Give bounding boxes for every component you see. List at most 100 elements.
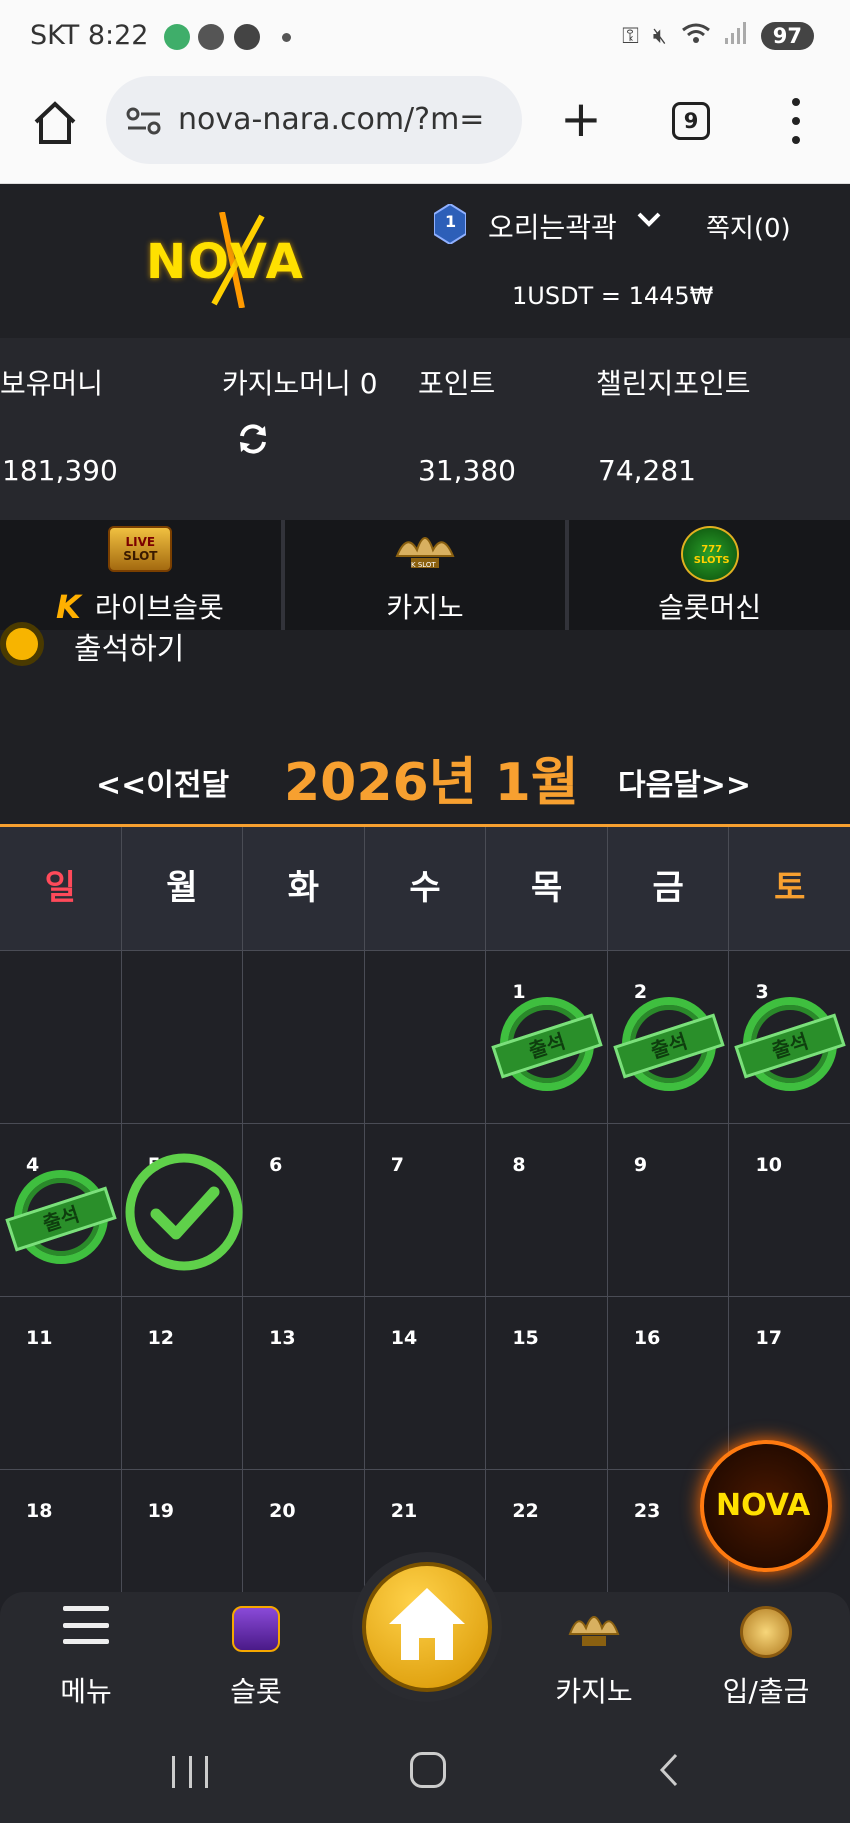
day-number: 18 <box>26 1500 53 1522</box>
calendar-day-10[interactable]: 10 <box>729 1124 850 1297</box>
signal-icon <box>724 22 747 50</box>
key-icon: ⚿ <box>622 23 639 49</box>
tab-live-slot[interactable]: LIVE SLOT K 라이브슬롯 <box>0 520 285 630</box>
points-value: 31,380 <box>418 454 516 487</box>
day-number: 19 <box>147 1500 175 1522</box>
calendar-empty-cell <box>364 951 487 1124</box>
browser-home-icon[interactable] <box>30 98 80 148</box>
attendance-stamp-icon: 출석 <box>491 997 603 1091</box>
calendar-empty-cell <box>0 951 122 1124</box>
calendar-day-14[interactable]: 14 <box>364 1297 487 1470</box>
calendar-empty-cell <box>243 951 365 1124</box>
weekday-6: 토 <box>729 827 850 951</box>
nav-deposit-withdraw[interactable]: 입/출금 <box>696 1592 836 1722</box>
battery-indicator: 97 <box>760 22 814 50</box>
slot-machine-icon <box>232 1606 280 1652</box>
system-nav-bar <box>0 1722 850 1823</box>
floating-nova-logo[interactable]: NOVA <box>700 1440 832 1572</box>
calendar-day-5[interactable]: 5 <box>121 1124 244 1297</box>
day-number: 15 <box>512 1327 539 1349</box>
back-icon[interactable] <box>658 1752 680 1788</box>
calendar-day-13[interactable]: 13 <box>243 1297 365 1470</box>
k-notification-icon <box>198 24 224 50</box>
prev-month-link[interactable]: <<이전달 <box>96 760 229 804</box>
app-notification-icon <box>164 24 190 50</box>
calendar-day-9[interactable]: 9 <box>607 1124 730 1297</box>
day-number: 20 <box>269 1500 296 1522</box>
chevron-down-icon[interactable] <box>636 210 662 230</box>
url-text[interactable]: nova-nara.com/?m= <box>178 102 484 137</box>
day-number: 10 <box>755 1154 782 1176</box>
talk-notification-icon <box>234 24 260 50</box>
money-label: 보유머니 <box>0 367 104 400</box>
level-badge: 1 <box>433 202 467 246</box>
weekday-header: 일월화수목금토 <box>0 827 850 951</box>
messages-link[interactable]: 쪽지(0) <box>706 208 791 245</box>
wifi-icon <box>681 22 711 50</box>
attendance-stamp-icon: 출석 <box>613 997 725 1091</box>
day-number: 11 <box>26 1327 53 1349</box>
weekday-0: 일 <box>0 827 122 951</box>
live-slot-icon: LIVE SLOT <box>108 526 173 572</box>
calendar-day-12[interactable]: 12 <box>121 1297 244 1470</box>
calendar-week: 4 출석 5 6 7 8 9 10 <box>0 1124 850 1297</box>
tab-casino[interactable]: K SLOT 카지노 <box>285 520 570 630</box>
nav-menu-label: 메뉴 <box>60 1675 112 1708</box>
balances-panel: 보유머니 181,390 카지노머니 0 포인트 31,380 챌린지포인트 7… <box>0 338 850 520</box>
nav-casino[interactable]: 카지노 <box>524 1592 664 1722</box>
calendar-day-15[interactable]: 15 <box>486 1297 608 1470</box>
coins-icon <box>740 1606 792 1658</box>
casino-crown-icon: K SLOT <box>393 526 457 582</box>
day-number: 3 <box>755 981 769 1003</box>
weekday-4: 목 <box>486 827 608 951</box>
day-number: 2 <box>633 981 648 1003</box>
tab-slot-machine[interactable]: 777 SLOTS 슬롯머신 <box>569 520 850 630</box>
tab-live-slot-label: 라이브슬롯 <box>94 591 224 624</box>
calendar-day-16[interactable]: 16 <box>607 1297 730 1470</box>
check-circle-icon <box>125 1153 243 1271</box>
mute-icon: 🔇︎ <box>652 23 667 49</box>
system-home-icon[interactable] <box>410 1752 446 1788</box>
calendar-day-11[interactable]: 11 <box>0 1297 122 1470</box>
month-nav: <<이전달 2026년 1월 다음달>> <box>0 740 850 820</box>
points-label: 포인트 <box>418 367 496 400</box>
month-title: 2026년 1월 <box>284 753 579 813</box>
nav-menu[interactable]: 메뉴 <box>16 1592 156 1722</box>
calendar-day-8[interactable]: 8 <box>486 1124 608 1297</box>
site-settings-icon[interactable] <box>126 106 162 136</box>
username[interactable]: 오리는곽곽 <box>488 206 617 246</box>
day-number: 21 <box>390 1500 418 1522</box>
day-number: 6 <box>269 1154 283 1176</box>
site-logo[interactable]: NOVA <box>142 212 322 308</box>
day-number: 16 <box>633 1327 661 1349</box>
new-tab-button[interactable]: + <box>560 94 602 144</box>
tab-switcher-button[interactable]: 9 <box>672 102 710 140</box>
next-month-link[interactable]: 다음달>> <box>618 760 751 804</box>
day-number: 12 <box>147 1327 175 1349</box>
nav-casino-label: 카지노 <box>555 1675 633 1708</box>
tab-slot-machine-label: 슬롯머신 <box>658 591 762 624</box>
logo-text: NOVA <box>146 234 305 290</box>
nav-slot[interactable]: 슬롯 <box>186 1592 326 1722</box>
status-time: SKT 8:22 <box>30 20 149 51</box>
calendar-day-3[interactable]: 3 출석 <box>729 951 850 1124</box>
day-number: 17 <box>755 1327 782 1349</box>
calendar-day-2[interactable]: 2 출석 <box>607 951 730 1124</box>
recent-apps-icon[interactable] <box>172 1756 208 1788</box>
calendar-day-4[interactable]: 4 출석 <box>0 1124 122 1297</box>
calendar-day-6[interactable]: 6 <box>243 1124 365 1297</box>
attendance-header: 출석하기 <box>0 622 850 670</box>
browser-menu-icon[interactable] <box>790 98 802 144</box>
day-number: 9 <box>633 1154 648 1176</box>
floating-logo-text: NOVA <box>716 1488 811 1523</box>
weekday-5: 금 <box>607 827 730 951</box>
day-number: 14 <box>390 1327 418 1349</box>
hamburger-icon <box>63 1606 109 1644</box>
calendar-day-7[interactable]: 7 <box>364 1124 487 1297</box>
calendar-day-1[interactable]: 1 출석 <box>486 951 608 1124</box>
address-bar[interactable]: nova-nara.com/?m= <box>106 76 522 164</box>
home-button[interactable] <box>352 1552 502 1702</box>
day-number: 8 <box>512 1154 526 1176</box>
refresh-icon[interactable] <box>236 422 270 456</box>
calendar-week: 11 12 13 14 15 16 17 <box>0 1297 850 1470</box>
